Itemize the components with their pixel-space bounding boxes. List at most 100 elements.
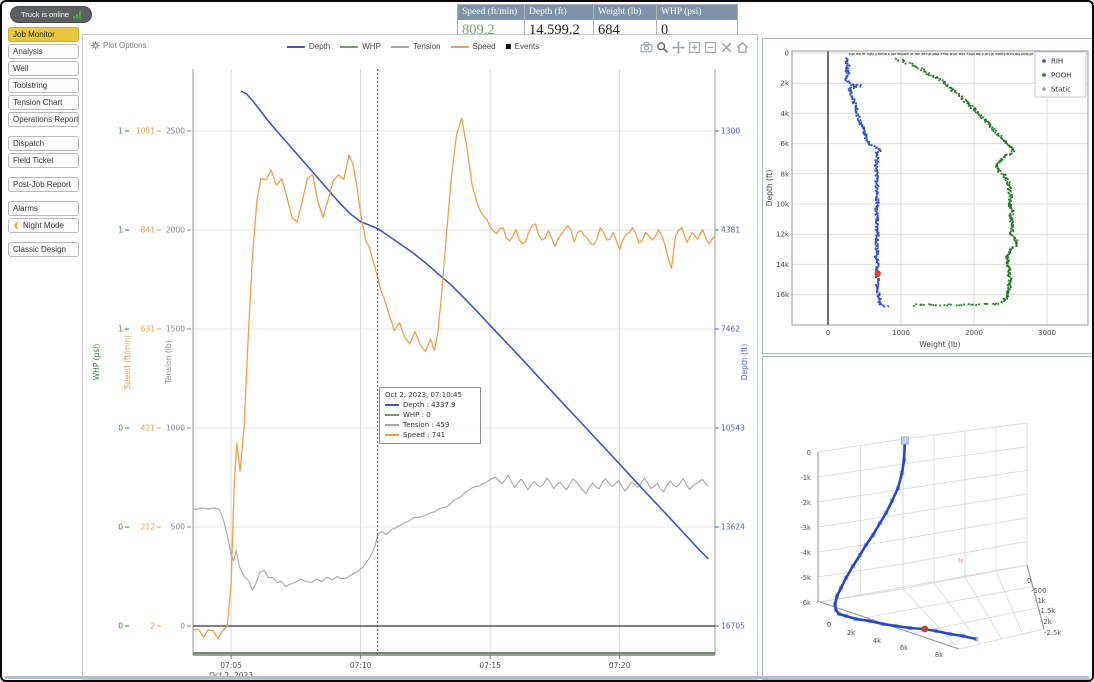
svg-text:7462: 7462 xyxy=(721,325,740,334)
sidebar-item-analysis[interactable]: Analysis xyxy=(8,44,79,59)
sidebar-item-label: Operations Report xyxy=(13,115,78,124)
track-status-button[interactable]: Truck is online xyxy=(10,6,92,23)
svg-text:07:05: 07:05 xyxy=(220,661,242,670)
sidebar-nav: Job Monitor Analysis Well Toolstring Tension… xyxy=(8,27,79,266)
svg-text:13624: 13624 xyxy=(721,523,745,532)
svg-text:-1k: -1k xyxy=(1035,597,1046,605)
scatter-series-rih xyxy=(845,57,890,307)
main-chart-panel[interactable]: Plot Options DepthWHPTensionSpeedEvents … xyxy=(82,34,758,680)
track-label-left: Truck is online xyxy=(21,10,69,19)
svg-text:841: 841 xyxy=(141,226,156,235)
sidebar-item-classic-design[interactable]: Classic Design xyxy=(8,242,79,257)
svg-text:4381: 4381 xyxy=(721,226,740,235)
svg-text:Tension (lb): Tension (lb) xyxy=(164,340,173,384)
weight-depth-panel[interactable]: 02k4k6k8k10k12k14k16k0100020003000Weight… xyxy=(762,38,1094,354)
svg-text:-2k: -2k xyxy=(1041,618,1052,626)
sidebar-item-label: Toolstring xyxy=(13,81,47,90)
sidebar-item-job-monitor[interactable]: Job Monitor xyxy=(8,27,79,42)
svg-text:-500: -500 xyxy=(1031,587,1046,595)
svg-text:4k: 4k xyxy=(780,110,789,118)
svg-text:0: 0 xyxy=(118,523,123,532)
signal-online-icon xyxy=(73,11,81,19)
svg-text:16705: 16705 xyxy=(721,622,745,631)
svg-text:07:10: 07:10 xyxy=(350,661,372,670)
svg-text:2500: 2500 xyxy=(166,127,185,136)
series-speed xyxy=(194,118,716,638)
sidebar-item-dispatch[interactable]: Dispatch xyxy=(8,136,79,151)
svg-text:1000: 1000 xyxy=(892,329,910,337)
svg-text:4k: 4k xyxy=(873,637,881,645)
svg-text:8k: 8k xyxy=(935,651,943,659)
sidebar-item-night-mode[interactable]: Night Mode xyxy=(8,218,79,233)
svg-text:0: 0 xyxy=(118,424,123,433)
svg-text:16k: 16k xyxy=(776,291,790,299)
svg-text:2k: 2k xyxy=(780,80,789,88)
tooltip-row-tension: Tension : 459 xyxy=(385,421,475,429)
sidebar-item-label: Night Mode xyxy=(23,221,64,230)
svg-text:-4k: -4k xyxy=(800,549,811,557)
sidebar-item-field-ticket[interactable]: Field Ticket xyxy=(8,153,79,168)
svg-text:0: 0 xyxy=(826,329,830,337)
svg-text:-6k: -6k xyxy=(800,599,811,607)
svg-text:1: 1 xyxy=(118,325,123,334)
tooltip-row-whp: WHP : 0 xyxy=(385,411,475,419)
svg-text:0: 0 xyxy=(1027,577,1031,585)
svg-text:0: 0 xyxy=(807,449,811,457)
sidebar-item-tension-chart[interactable]: Tension Chart xyxy=(8,95,79,110)
svg-text:07:20: 07:20 xyxy=(609,661,631,670)
svg-text:1: 1 xyxy=(118,226,123,235)
svg-text:Weight (lb): Weight (lb) xyxy=(919,340,960,349)
svg-text:Static: Static xyxy=(1051,86,1071,94)
svg-text:212: 212 xyxy=(141,523,156,532)
svg-text:2k: 2k xyxy=(847,629,855,637)
svg-text:631: 631 xyxy=(141,325,156,334)
sidebar-item-post-job-report[interactable]: Post-Job Report xyxy=(8,177,79,192)
sidebar-item-toolstring[interactable]: Toolstring xyxy=(8,78,79,93)
svg-text:0: 0 xyxy=(785,50,789,58)
svg-text:421: 421 xyxy=(141,424,156,433)
chart-hover-tooltip: Oct 2, 2023, 07:10:45 Depth : 4337.9WHP … xyxy=(379,387,481,444)
svg-text:10k: 10k xyxy=(776,201,790,209)
stats-header: Weight (lb) xyxy=(594,5,656,20)
svg-text:1000: 1000 xyxy=(166,424,185,433)
svg-text:-2k: -2k xyxy=(800,499,811,507)
sidebar-item-alarms[interactable]: Alarms xyxy=(8,201,79,216)
svg-text:07:15: 07:15 xyxy=(479,661,501,670)
sidebar-item-label: Classic Design xyxy=(13,245,66,254)
timeseries-chart[interactable]: 07:05Oct 2, 202307:1007:1507:20111000105… xyxy=(83,35,757,679)
svg-text:1051: 1051 xyxy=(136,127,155,136)
sidebar-item-well[interactable]: Well xyxy=(8,61,79,76)
svg-text:Depth (ft): Depth (ft) xyxy=(765,170,774,207)
svg-text:8k: 8k xyxy=(780,170,789,178)
sidebar-item-label: Post-Job Report xyxy=(13,180,71,189)
current-position-marker xyxy=(874,270,880,276)
sidebar-item-label: Tension Chart xyxy=(13,98,62,107)
weight-depth-scatter[interactable]: 02k4k6k8k10k12k14k16k0100020003000Weight… xyxy=(763,39,1093,353)
svg-text:WHP (psi): WHP (psi) xyxy=(92,344,101,381)
well-trajectory-3d-panel[interactable]: 0-1k-2k-3k-4k-5k-6k02k4k6k8k0-500-1k-1.5… xyxy=(762,356,1094,680)
sidebar-item-label: Job Monitor xyxy=(13,30,55,39)
stats-header: Speed (ft/min) xyxy=(458,5,524,20)
svg-text:12k: 12k xyxy=(776,231,790,239)
svg-text:500: 500 xyxy=(171,523,186,532)
sidebar-item-label: Well xyxy=(13,64,28,73)
sidebar-item-label: Alarms xyxy=(13,204,38,213)
svg-text:6k: 6k xyxy=(900,644,908,652)
svg-text:RIH: RIH xyxy=(1051,58,1063,66)
svg-text:POOH: POOH xyxy=(1051,72,1072,80)
sidebar-item-label: Field Ticket xyxy=(13,156,53,165)
well-trajectory-3d-chart[interactable]: 0-1k-2k-3k-4k-5k-6k02k4k6k8k0-500-1k-1.5… xyxy=(763,357,1093,679)
svg-text:-1k: -1k xyxy=(800,474,811,482)
trajectory-line xyxy=(835,441,976,639)
svg-text:Depth (ft): Depth (ft) xyxy=(740,344,749,381)
svg-text:-5k: -5k xyxy=(800,574,811,582)
sidebar-item-operations-report[interactable]: Operations Report xyxy=(8,112,79,127)
bottom-accent-strip xyxy=(5,676,1089,679)
svg-text:14k: 14k xyxy=(776,261,790,269)
svg-text:1500: 1500 xyxy=(166,325,185,334)
app-window: Truck is online Speed (ft/min)809.2Depth… xyxy=(0,0,1094,682)
svg-text:-3k: -3k xyxy=(800,524,811,532)
scatter-series-pooh xyxy=(895,58,1018,307)
svg-text:10543: 10543 xyxy=(721,424,745,433)
stats-header: Depth (ft) xyxy=(525,5,593,20)
